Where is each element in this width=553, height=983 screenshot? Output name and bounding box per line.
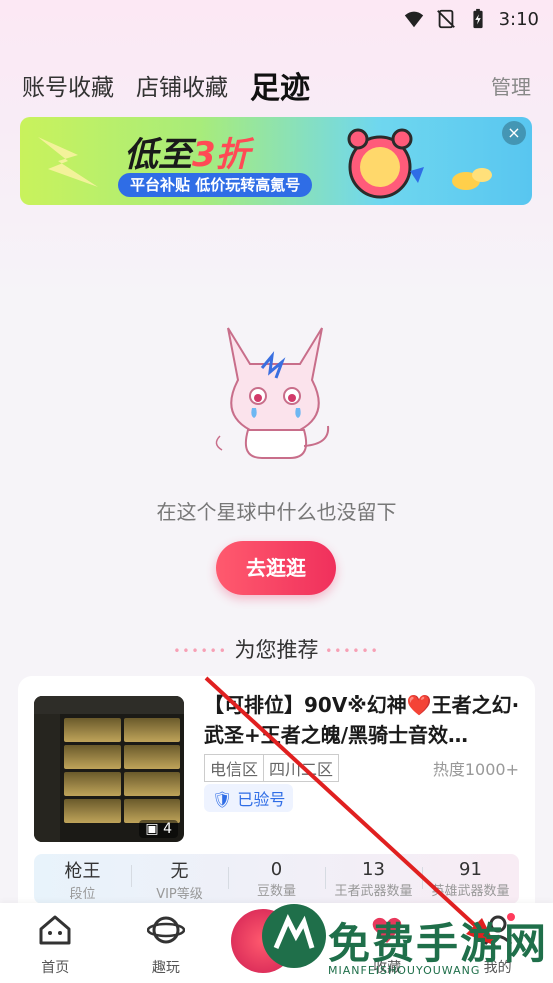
wifi-icon [404, 11, 423, 28]
heat-indicator: 热度1000+ [432, 760, 519, 779]
tab-shop-favorites[interactable]: 店铺收藏 [136, 68, 228, 102]
nav-fun[interactable]: 趣玩 [121, 911, 211, 977]
image-count-badge: ▣ 4 [139, 820, 178, 838]
tab-account-favorites[interactable]: 账号收藏 [22, 68, 114, 102]
recommend-dots-left: •••••• [173, 644, 228, 658]
favorites-tabs: 账号收藏 店铺收藏 足迹 管理 [22, 62, 531, 108]
recommend-title: 为您推荐 [234, 638, 319, 662]
stat-vip: 无 VIP等级 [131, 857, 228, 902]
recommend-dots-right: •••••• [325, 644, 380, 658]
empty-mascot-illustration [215, 327, 330, 459]
empty-state-message: 在这个星球中什么也没留下 [156, 500, 397, 524]
nav-home[interactable]: 首页 [10, 911, 100, 977]
banner-title: 低至3折 [124, 135, 250, 175]
tab-footprint[interactable]: 足迹 [250, 63, 310, 107]
watermark-subtext: MIANFEISHOUYOUWANG [328, 964, 481, 977]
watermark-logo-icon [262, 904, 326, 968]
thumbnail-toolbar [34, 696, 184, 714]
listing-thumbnail[interactable]: ▣ 4 [34, 696, 184, 842]
status-bar: 3:10 [0, 0, 553, 38]
browse-button[interactable]: 去逛逛 [216, 541, 336, 595]
shield-check-icon: 🛡 [212, 790, 233, 809]
stat-king-weapons: 13 王者武器数量 [325, 859, 422, 899]
planet-icon [146, 916, 186, 944]
watermark-text: 免费手游网 [328, 919, 549, 968]
status-time: 3:10 [498, 8, 539, 30]
account-stats: 枪王 段位 无 VIP等级 0 豆数量 13 王者武器数量 91 英雄武器数量 [34, 854, 519, 904]
lightning-decoration-icon [38, 137, 98, 187]
promo-banner[interactable]: 低至3折 平台补贴 低价玩转高氪号 × [20, 117, 532, 205]
thumbnail-sidebar [34, 714, 60, 842]
recommend-card[interactable]: ▣ 4 【可排位】90V※幻神❤️王者之幻·武圣+王者之魄/黑骑士音效… 电信区… [18, 676, 535, 916]
verified-badge: 🛡 已验号 [204, 784, 294, 812]
stat-hero-weapons: 91 英雄武器数量 [422, 859, 519, 899]
manage-button[interactable]: 管理 [491, 71, 531, 100]
battery-icon [472, 8, 483, 29]
banner-close-button[interactable]: × [502, 121, 526, 145]
alarm-clock-icon [347, 128, 424, 199]
listing-title: 【可排位】90V※幻神❤️王者之幻·武圣+王者之魄/黑骑士音效… [204, 693, 520, 747]
stat-beans: 0 豆数量 [228, 859, 325, 899]
coins-icon [452, 168, 492, 190]
no-sim-icon [436, 9, 455, 29]
home-icon [39, 915, 71, 945]
stat-rank: 枪王 段位 [64, 860, 101, 902]
watermark: 免费手游网 MIANFEISHOUYOUWANG [262, 904, 553, 980]
server-tags: 电信区 四川二区 [204, 754, 340, 782]
server-tag: 电信区 [204, 754, 265, 782]
banner-subtitle: 平台补贴 低价玩转高氪号 [118, 173, 313, 197]
recommend-header: •••••• 为您推荐 •••••• [0, 634, 553, 664]
region-tag: 四川二区 [264, 754, 340, 782]
image-icon: ▣ [145, 821, 159, 837]
